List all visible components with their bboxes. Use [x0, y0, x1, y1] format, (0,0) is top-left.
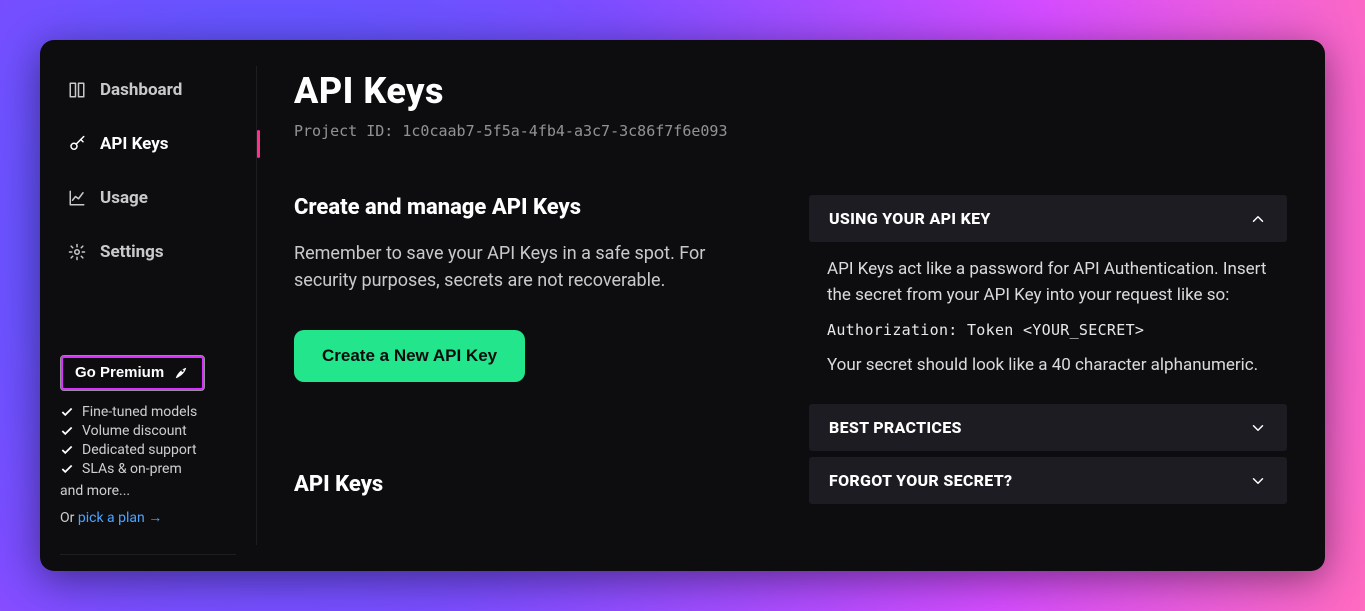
sidebar-item-usage[interactable]: Usage [60, 174, 256, 222]
main-content: API Keys Project ID: 1c0caab7-5f5a-4fb4-… [256, 40, 1325, 571]
sidebar: Dashboard API Keys Usage Settings [40, 40, 256, 571]
app-window: Dashboard API Keys Usage Settings [40, 40, 1325, 571]
sidebar-item-dashboard[interactable]: Dashboard [60, 66, 256, 114]
sidebar-item-label: Dashboard [100, 80, 182, 100]
accordion-forgot-secret: FORGOT YOUR SECRET? [809, 457, 1287, 504]
accordion-using-api-key: USING YOUR API KEY API Keys act like a p… [809, 195, 1287, 398]
create-heading: Create and manage API Keys [294, 195, 749, 220]
accordion-best-practices: BEST PRACTICES [809, 404, 1287, 451]
accordion-header[interactable]: USING YOUR API KEY [809, 195, 1287, 242]
accordion-header[interactable]: FORGOT YOUR SECRET? [809, 457, 1287, 504]
project-id: Project ID: 1c0caab7-5f5a-4fb4-a3c7-3c86… [294, 122, 1287, 140]
premium-feature: Dedicated support [60, 442, 236, 458]
chevron-up-icon [1249, 210, 1267, 228]
premium-feature: Volume discount [60, 423, 236, 439]
accordion-body: API Keys act like a password for API Aut… [809, 242, 1287, 398]
go-premium-button[interactable]: Go Premium [60, 355, 205, 391]
chart-icon [68, 189, 86, 207]
share-feedback-link[interactable]: Share Feedback [60, 554, 236, 571]
premium-feature: SLAs & on-prem [60, 461, 236, 477]
page-title: API Keys [294, 70, 1287, 112]
sidebar-item-label: API Keys [100, 134, 169, 154]
sidebar-nav: Dashboard API Keys Usage Settings [40, 66, 256, 276]
key-icon [68, 135, 86, 153]
rocket-icon [172, 364, 190, 382]
chevron-down-icon [1249, 472, 1267, 490]
create-body: Remember to save your API Keys in a safe… [294, 240, 714, 294]
sidebar-item-label: Settings [100, 242, 164, 262]
plan-line: Or pick a plan → [60, 509, 236, 526]
pick-plan-link[interactable]: pick a plan → [78, 510, 162, 526]
premium-box: Go Premium Fine-tuned models Volume disc… [60, 355, 236, 526]
sidebar-item-settings[interactable]: Settings [60, 228, 256, 276]
chevron-down-icon [1249, 419, 1267, 437]
go-premium-label: Go Premium [75, 364, 164, 381]
gear-icon [68, 243, 86, 261]
premium-more: and more... [60, 483, 236, 499]
api-keys-list-heading: API Keys [294, 472, 749, 497]
layout-icon [68, 81, 86, 99]
premium-feature: Fine-tuned models [60, 404, 236, 420]
sidebar-item-api-keys[interactable]: API Keys [60, 120, 256, 168]
sidebar-item-label: Usage [100, 188, 148, 208]
accordion-header[interactable]: BEST PRACTICES [809, 404, 1287, 451]
code-snippet: Authorization: Token <YOUR_SECRET> [827, 319, 1269, 342]
info-accordion: USING YOUR API KEY API Keys act like a p… [809, 195, 1287, 504]
create-api-key-button[interactable]: Create a New API Key [294, 330, 525, 382]
